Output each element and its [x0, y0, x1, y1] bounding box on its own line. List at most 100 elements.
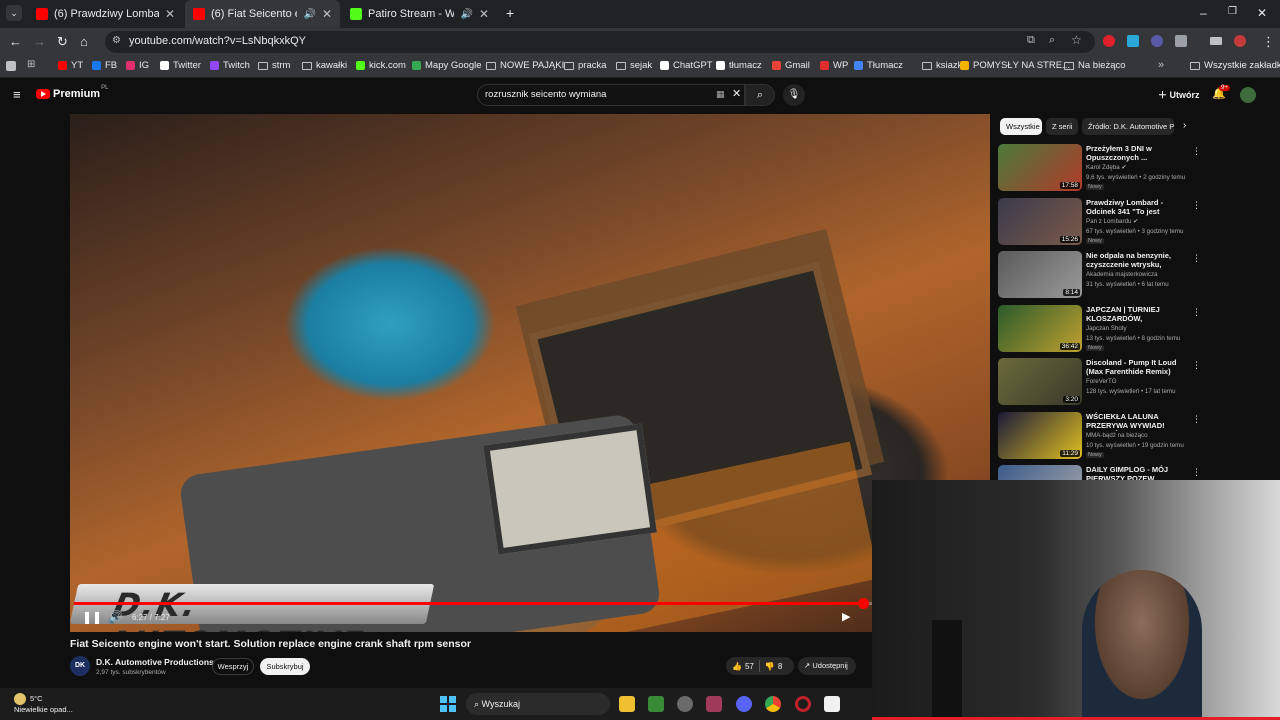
more-options-icon[interactable]: ⋮: [1192, 360, 1201, 371]
discord-icon[interactable]: [736, 696, 752, 712]
browser-tab[interactable]: (6) Fiat Seicento engine wo 🔊 ✕: [185, 0, 340, 28]
apps-icon[interactable]: [6, 61, 16, 71]
address-bar[interactable]: ⚙ youtube.com/watch?v=LsNbqkxkQY ⧉ ⌕ ☆: [105, 31, 1095, 53]
recommended-video-title[interactable]: JAPCZAN | TURNIEJ KLOSZARDÓW, KRUSZYNKA,…: [1086, 305, 1190, 324]
recommended-video[interactable]: 36:42 JAPCZAN | TURNIEJ KLOSZARDÓW, KRUSZ…: [998, 304, 1268, 355]
bookmark-item[interactable]: NOWE PAJĄKI: [486, 60, 564, 71]
recommended-video[interactable]: 15:26 Prawdziwy Lombard - Odcinek 341 "To…: [998, 197, 1268, 248]
minimize-button[interactable]: –: [1200, 6, 1207, 20]
clear-search-icon[interactable]: ✕: [732, 87, 741, 100]
search-input[interactable]: rozrusznik seicento wymiana ▦ ✕: [477, 84, 745, 106]
grid-icon[interactable]: ⊞: [27, 59, 35, 70]
all-bookmarks-folder[interactable]: Wszystkie zakładki: [1190, 60, 1280, 71]
recommended-channel-name[interactable]: Pan z Lombardu ✔: [1086, 218, 1138, 225]
recommended-video[interactable]: 17:58 Przeżyłem 3 DNI w Opuszczonych ... K…: [998, 144, 1268, 194]
video-progress-bar[interactable]: [74, 598, 986, 609]
zoom-icon[interactable]: ⌕: [1049, 34, 1055, 47]
bookmark-item[interactable]: Tłumacz: [854, 60, 903, 71]
recommended-video-title[interactable]: Nie odpala na benzynie, czyszczenie wtry…: [1086, 251, 1190, 270]
bookmark-item[interactable]: FB: [92, 60, 117, 71]
filter-chip[interactable]: Źródło: D.K. Automotive Pr: [1082, 118, 1174, 135]
like-count[interactable]: 57: [745, 662, 754, 671]
channel-avatar[interactable]: DK: [70, 656, 90, 676]
app-icon[interactable]: [824, 696, 840, 712]
close-window-button[interactable]: ✕: [1257, 6, 1267, 20]
recommended-video[interactable]: 3:20 Discoland - Pump It Loud (Max Farent…: [998, 358, 1268, 408]
thumbs-up-icon[interactable]: 👍: [732, 662, 742, 671]
recommended-channel-name[interactable]: ForeVerTG: [1086, 378, 1117, 385]
more-options-icon[interactable]: ⋮: [1192, 146, 1201, 157]
autoplay-toggle-icon[interactable]: ▶: [842, 610, 850, 623]
weather-widget[interactable]: 5°C Niewielkie opad...: [14, 693, 73, 715]
extension-icon[interactable]: [1151, 35, 1163, 47]
site-info-icon[interactable]: ⚙: [112, 35, 121, 46]
bookmark-item[interactable]: Mapy Google: [412, 60, 482, 71]
restore-button[interactable]: ❐: [1228, 6, 1237, 17]
forward-icon[interactable]: →: [33, 34, 46, 49]
share-button[interactable]: ↗ Udostępnij: [798, 657, 856, 675]
subscribe-button[interactable]: Subskrybuj: [260, 658, 310, 675]
file-explorer-icon[interactable]: [619, 696, 635, 712]
bookmark-item[interactable]: Na bieżąco: [1064, 60, 1126, 71]
install-app-icon[interactable]: ⧉: [1027, 34, 1035, 47]
bookmark-item[interactable]: Twitch: [210, 60, 250, 71]
recommended-video[interactable]: 11:29 WŚCIEKŁA LALUNA PRZERYWA WYWIAD! "J…: [998, 411, 1268, 462]
recommended-video-title[interactable]: WŚCIEKŁA LALUNA PRZERYWA WYWIAD! "JESTEŚ…: [1086, 412, 1190, 431]
bookmark-item[interactable]: kick.com: [356, 60, 406, 71]
chrome-icon[interactable]: [765, 696, 781, 712]
home-icon[interactable]: ⌂: [80, 34, 88, 49]
recommended-video[interactable]: 8:14 Nie odpala na benzynie, czyszczenie …: [998, 251, 1268, 301]
back-icon[interactable]: ←: [9, 34, 22, 49]
recommended-channel-name[interactable]: Karol Zdęba ✔: [1086, 164, 1127, 171]
hamburger-menu-icon[interactable]: ≡: [13, 87, 21, 102]
record-extension-icon[interactable]: [1103, 35, 1115, 47]
recommended-video-title[interactable]: Discoland - Pump It Loud (Max Farenthide…: [1086, 358, 1190, 376]
chrome-menu-icon[interactable]: ⋮: [1262, 34, 1275, 50]
url-text[interactable]: youtube.com/watch?v=LsNbqkxkQY: [129, 35, 306, 47]
voice-search-button[interactable]: 🎙: [783, 84, 805, 106]
extensions-puzzle-icon[interactable]: [1175, 35, 1187, 47]
more-options-icon[interactable]: ⋮: [1192, 467, 1201, 478]
tab-close-icon[interactable]: ✕: [165, 7, 175, 21]
video-thumbnail[interactable]: 8:14: [998, 251, 1082, 298]
more-bookmarks-icon[interactable]: »: [1158, 59, 1164, 71]
tab-close-icon[interactable]: ✕: [322, 7, 332, 21]
start-menu-windows-icon[interactable]: [440, 696, 456, 712]
volume-icon[interactable]: 🔊: [108, 610, 123, 624]
bookmark-item[interactable]: pracka: [564, 60, 607, 71]
channel-name[interactable]: D.K. Automotive Productions: [96, 657, 214, 667]
recommended-channel-name[interactable]: MMA-bądź na bieżąco: [1086, 432, 1148, 439]
tab-close-icon[interactable]: ✕: [479, 7, 489, 21]
more-options-icon[interactable]: ⋮: [1192, 253, 1201, 264]
bookmark-item[interactable]: sejak: [616, 60, 652, 71]
bookmark-item[interactable]: ChatGPT: [660, 60, 713, 71]
app-icon[interactable]: [677, 696, 693, 712]
bookmark-item[interactable]: Twitter: [160, 60, 201, 71]
bookmark-item[interactable]: YT: [58, 60, 83, 71]
chips-next-icon[interactable]: ›: [1183, 120, 1186, 131]
recommended-channel-name[interactable]: Japczan Shoty: [1086, 325, 1127, 332]
keyboard-icon[interactable]: ▦: [716, 89, 725, 100]
search-button[interactable]: ⌕: [745, 84, 775, 106]
more-options-icon[interactable]: ⋮: [1192, 200, 1201, 211]
tab-search-button[interactable]: ⌄: [6, 5, 22, 21]
bookmark-item[interactable]: POMYSŁY NA STRE...: [960, 60, 1070, 71]
join-button[interactable]: Wesprzyj: [212, 658, 254, 675]
video-thumbnail[interactable]: 3:20: [998, 358, 1082, 405]
recommended-video-title[interactable]: Prawdziwy Lombard - Odcinek 341 "To jest…: [1086, 198, 1190, 217]
recommended-video-title[interactable]: Przeżyłem 3 DNI w Opuszczonych ...: [1086, 144, 1190, 162]
more-options-icon[interactable]: ⋮: [1192, 307, 1201, 318]
create-button[interactable]: ＋ Utwórz: [1158, 88, 1200, 101]
extension-icon[interactable]: [1127, 35, 1139, 47]
filter-chip[interactable]: Z serii: [1046, 118, 1078, 135]
dislike-count[interactable]: 8: [778, 662, 782, 671]
video-thumbnail[interactable]: 36:42: [998, 304, 1082, 352]
bookmark-item[interactable]: IG: [126, 60, 149, 71]
youtube-logo[interactable]: Premium PL: [36, 85, 108, 100]
opera-icon[interactable]: [795, 696, 811, 712]
video-thumbnail[interactable]: 11:29: [998, 411, 1082, 459]
app-icon[interactable]: [706, 696, 722, 712]
browser-tab[interactable]: Patiro Stream - Watch Live 🔊 ✕: [342, 0, 497, 28]
bookmark-item[interactable]: strm: [258, 60, 290, 71]
bookmark-item[interactable]: Gmail: [772, 60, 810, 71]
